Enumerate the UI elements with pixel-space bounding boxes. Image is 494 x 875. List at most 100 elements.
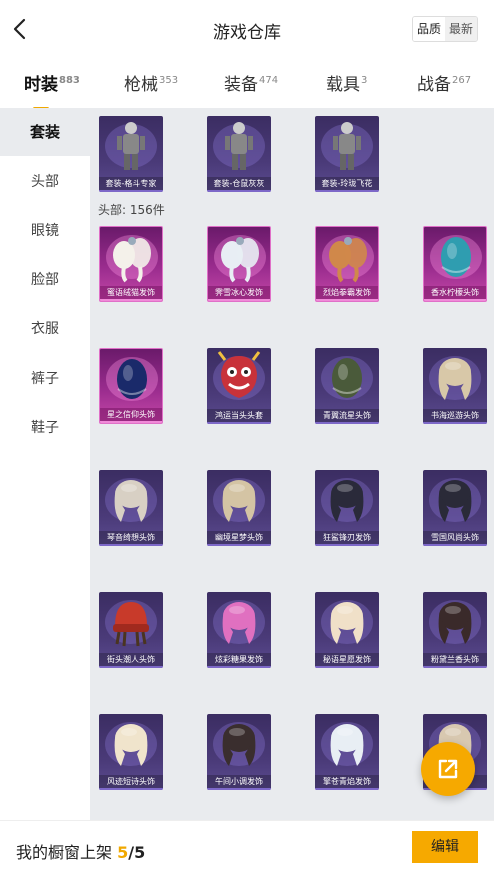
item-name: 午间小调发饰 (207, 775, 271, 788)
item-name: 狂鲨锋刃发饰 (315, 531, 379, 544)
sidebar-item-glasses[interactable]: 眼镜 (0, 207, 90, 255)
tab-equipment[interactable]: 装备474 (224, 70, 278, 95)
head-item-card[interactable]: 青翼流星头饰 (315, 348, 379, 424)
rarity-bar (207, 190, 271, 192)
tab-count: 267 (452, 75, 472, 86)
hair-icon (321, 600, 373, 644)
item-grid: 头部: 156件 套装-格斗专家 套装-仓鼠灰灰 套装-玲珑飞花 蜜语绒猫发饰 霁雪冰心… (90, 108, 494, 820)
tab-count: 353 (159, 75, 179, 86)
sidebar-item-pants[interactable]: 裤子 (0, 355, 90, 403)
item-name: 套装-仓鼠灰灰 (207, 177, 271, 190)
head-item-card[interactable]: 擎苍青焰发饰 (315, 714, 379, 790)
sidebar-item-clothes[interactable]: 衣服 (0, 305, 90, 353)
rarity-bar (315, 788, 379, 790)
suit-figure-icon (105, 122, 157, 170)
head-item-card[interactable]: 琴音绮想头饰 (99, 470, 163, 546)
suit-item-card[interactable]: 套装-仓鼠灰灰 (207, 116, 271, 192)
head-item-card[interactable]: 狂鲨锋刃发饰 (315, 470, 379, 546)
category-tabs: 时装883 枪械353 装备474 载具3 战备267 (0, 58, 494, 110)
tab-label: 装备 (224, 75, 258, 95)
head-item-card[interactable]: 烈焰拳霸发饰 (315, 226, 379, 302)
item-name: 烈焰拳霸发饰 (316, 286, 378, 299)
tab-vehicles[interactable]: 载具3 (326, 70, 367, 95)
edit-button[interactable]: 编辑 (412, 831, 478, 863)
rarity-bar (316, 299, 378, 301)
sort-option-quality[interactable]: 品质 (412, 17, 445, 41)
rarity-bar (315, 422, 379, 424)
rarity-bar (100, 299, 162, 301)
head-item-card[interactable]: 午间小调发饰 (207, 714, 271, 790)
suit-item-card[interactable]: 套装-玲珑飞花 (315, 116, 379, 192)
footer-bar: 我的橱窗上架 5/5 编辑 (0, 820, 494, 875)
headwear-icon (430, 235, 482, 279)
tab-supplies[interactable]: 战备267 (417, 70, 471, 95)
share-float-button[interactable] (421, 742, 475, 796)
head-item-card[interactable]: 蜜语绒猫发饰 (99, 226, 163, 302)
tab-label: 战备 (417, 75, 451, 95)
hair-icon (213, 600, 265, 644)
head-item-card[interactable]: 炫彩糖果发饰 (207, 592, 271, 668)
item-name: 套装-玲珑飞花 (315, 177, 379, 190)
external-link-icon (438, 759, 458, 779)
item-name: 擎苍青焰发饰 (315, 775, 379, 788)
rarity-bar (207, 666, 271, 668)
suit-figure-icon (213, 122, 265, 170)
rarity-bar (99, 190, 163, 192)
rarity-bar (99, 788, 163, 790)
rarity-bar (423, 666, 487, 668)
head-item-card[interactable]: 雪国风尚头饰 (423, 470, 487, 546)
hair-icon (321, 722, 373, 766)
hair-icon (105, 478, 157, 522)
hair-icon (105, 722, 157, 766)
sidebar-item-face[interactable]: 脸部 (0, 256, 90, 304)
item-name: 秘语星愿发饰 (315, 653, 379, 666)
sort-option-newest[interactable]: 最新 (444, 17, 477, 41)
hair-icon (429, 478, 481, 522)
tab-guns[interactable]: 枪械353 (124, 70, 178, 95)
beanie-icon (105, 600, 157, 647)
head-item-card[interactable]: 星之信仰头饰 (99, 348, 163, 424)
sidebar-item-suits[interactable]: 套装 (0, 108, 90, 156)
rarity-bar (423, 544, 487, 546)
hair-icon (213, 478, 265, 522)
sidebar: 套装 头部 眼镜 脸部 衣服 裤子 鞋子 (0, 108, 90, 820)
head-item-card[interactable]: 粉黛兰香头饰 (423, 592, 487, 668)
rarity-bar (99, 666, 163, 668)
item-name: 炫彩糖果发饰 (207, 653, 271, 666)
item-name: 青翼流星头饰 (315, 409, 379, 422)
tab-label: 时装 (24, 75, 58, 95)
rarity-bar (207, 788, 271, 790)
head-item-card[interactable]: 街头潮人头饰 (99, 592, 163, 668)
hair-icon (321, 478, 373, 522)
head-item-card[interactable]: 霁雪冰心发饰 (207, 226, 271, 302)
suit-item-card[interactable]: 套装-格斗专家 (99, 116, 163, 192)
item-name: 粉黛兰香头饰 (423, 653, 487, 666)
head-item-card[interactable]: 香水柠檬头饰 (423, 226, 487, 302)
rarity-bar (315, 190, 379, 192)
tab-fashion[interactable]: 时装883 (24, 70, 80, 110)
head-item-card[interactable]: 风迹短诗头饰 (99, 714, 163, 790)
item-name: 街头潮人头饰 (99, 653, 163, 666)
sidebar-item-shoes[interactable]: 鞋子 (0, 404, 90, 452)
rarity-bar (424, 299, 486, 301)
tab-count: 3 (361, 75, 368, 86)
rarity-bar (207, 422, 271, 424)
head-item-card[interactable]: 鸿运当头头套 (207, 348, 271, 424)
rarity-bar (208, 299, 270, 301)
item-name: 琴音绮想头饰 (99, 531, 163, 544)
showcase-total-count: 5 (134, 843, 146, 862)
head-item-card[interactable]: 幽境星梦头饰 (207, 470, 271, 546)
head-item-card[interactable]: 秘语星愿发饰 (315, 592, 379, 668)
back-button[interactable] (6, 14, 36, 44)
item-name: 套装-格斗专家 (99, 177, 163, 190)
rarity-bar (423, 422, 487, 424)
hair-accessory-icon (322, 235, 374, 283)
item-name: 星之信仰头饰 (100, 408, 162, 421)
item-name: 霁雪冰心发饰 (208, 286, 270, 299)
rarity-bar (315, 544, 379, 546)
showcase-status: 我的橱窗上架 5/5 (16, 839, 145, 863)
chevron-left-icon (13, 18, 26, 40)
head-item-card[interactable]: 书海巡游头饰 (423, 348, 487, 424)
sidebar-item-head[interactable]: 头部 (0, 158, 90, 206)
headwear-icon (106, 357, 158, 401)
